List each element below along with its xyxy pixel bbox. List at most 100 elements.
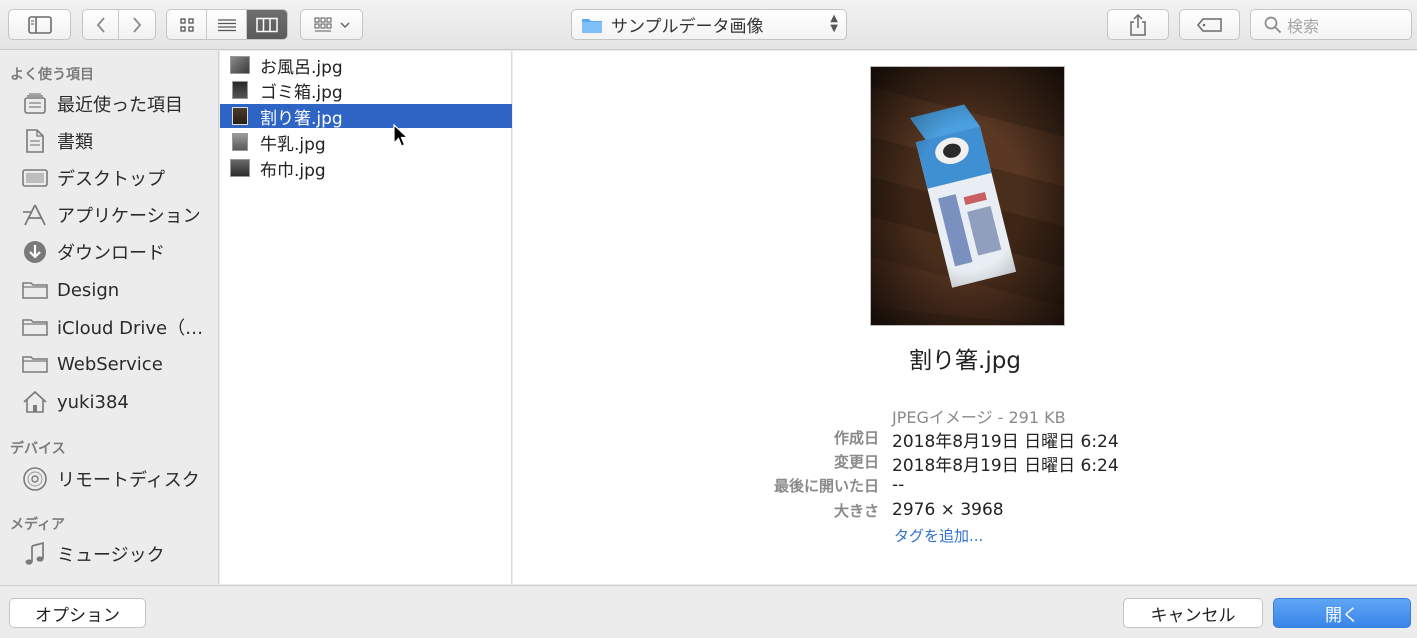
search-placeholder: 検索 xyxy=(1287,16,1320,36)
folder-icon xyxy=(22,278,48,302)
sidebar-item-label: yuki384 xyxy=(57,391,129,413)
file-row[interactable]: 布巾.jpg xyxy=(220,156,512,181)
image-thumbnail-icon xyxy=(230,159,250,177)
navigation-buttons xyxy=(82,9,156,40)
preview-image xyxy=(870,66,1065,326)
search-icon xyxy=(1264,16,1282,34)
cancel-button[interactable]: キャンセル xyxy=(1123,598,1263,628)
sidebar-item-label: ミュージック xyxy=(57,545,165,566)
home-icon xyxy=(22,390,48,414)
file-name: 割り箸.jpg xyxy=(260,108,343,129)
sidebar-item-label: Design xyxy=(57,279,120,301)
file-name: ゴミ箱.jpg xyxy=(260,82,343,103)
sidebar-icon xyxy=(27,15,52,34)
sidebar-item-label: iCloud Drive（… xyxy=(57,318,204,339)
documents-icon xyxy=(22,129,48,153)
share-button[interactable] xyxy=(1107,9,1169,40)
meta-key: 最後に開いた日 xyxy=(773,477,879,495)
file-name: 布巾.jpg xyxy=(260,160,326,181)
folder-icon xyxy=(582,18,602,33)
meta-row-dimensions: 大きさ 2976 × 3968 xyxy=(513,500,1417,524)
icon-view-button[interactable] xyxy=(167,10,207,39)
back-button[interactable] xyxy=(83,10,119,39)
music-icon xyxy=(22,542,48,566)
meta-row-modified: 変更日 2018年8月19日 日曜日 6:24 xyxy=(513,451,1417,476)
tag-button[interactable] xyxy=(1179,9,1240,40)
add-tag-link[interactable]: タグを追加... xyxy=(894,525,983,546)
column-view-button[interactable] xyxy=(247,10,287,39)
sidebar-item-remote-disc[interactable]: リモートディスク xyxy=(0,462,218,496)
list-view-button[interactable] xyxy=(207,10,247,39)
image-thumbnail-icon xyxy=(232,81,248,99)
applications-icon xyxy=(22,203,48,227)
sidebar-item-label: アプリケーション xyxy=(57,206,201,227)
sidebar-item-desktop[interactable]: デスクトップ xyxy=(0,161,218,195)
image-thumbnail-icon xyxy=(232,133,248,151)
toolbar: サンプルデータ画像 ▲ ▼ 検索 xyxy=(0,0,1417,50)
recents-icon xyxy=(22,92,48,116)
sidebar-heading-favorites: よく使う項目 xyxy=(10,67,94,83)
forward-button[interactable] xyxy=(119,10,155,39)
sidebar-item-webservice[interactable]: WebService xyxy=(0,347,218,381)
meta-row-created: 作成日 2018年8月19日 日曜日 6:24 xyxy=(513,427,1417,452)
desktop-icon xyxy=(22,166,48,190)
open-button[interactable]: 開く xyxy=(1273,598,1411,628)
chevron-right-icon xyxy=(133,16,142,33)
arrange-grid-icon xyxy=(313,16,332,32)
file-list-column: お風呂.jpg ゴミ箱.jpg 割り箸.jpg 牛乳.jpg 布巾.jpg xyxy=(220,51,512,584)
list-icon xyxy=(217,18,236,31)
meta-key: 大きさ xyxy=(833,502,879,520)
file-name: お風呂.jpg xyxy=(260,57,343,78)
sidebar-heading-devices: デバイス xyxy=(10,441,66,457)
image-thumbnail-icon xyxy=(232,107,248,125)
sidebar-toggle-button[interactable] xyxy=(8,9,71,40)
meta-key: 変更日 xyxy=(833,453,879,471)
folder-icon xyxy=(22,352,48,376)
sidebar-item-recents[interactable]: 最近使った項目 xyxy=(0,87,218,121)
columns-icon xyxy=(256,17,278,32)
sidebar-item-applications[interactable]: アプリケーション xyxy=(0,198,218,232)
meta-row-last-opened: 最後に開いた日 -- xyxy=(513,475,1417,499)
sidebar-item-design[interactable]: Design xyxy=(0,273,218,307)
sidebar-item-icloud-drive[interactable]: iCloud Drive（… xyxy=(0,310,218,344)
location-popup[interactable]: サンプルデータ画像 ▲ ▼ xyxy=(571,9,847,40)
share-icon xyxy=(1130,13,1146,36)
sidebar-item-label: リモートディスク xyxy=(57,470,200,491)
folder-icon xyxy=(22,315,48,339)
file-row[interactable]: ゴミ箱.jpg xyxy=(220,78,512,103)
grid-icon xyxy=(179,17,194,32)
sidebar-item-label: デスクトップ xyxy=(57,169,165,190)
file-row-selected[interactable]: 割り箸.jpg xyxy=(220,104,512,129)
sidebar-item-downloads[interactable]: ダウンロード xyxy=(0,235,218,269)
up-down-arrows-icon: ▲ ▼ xyxy=(830,13,838,34)
tag-icon xyxy=(1196,17,1222,32)
file-row[interactable]: 牛乳.jpg xyxy=(220,130,512,155)
meta-value: 2018年8月19日 日曜日 6:24 xyxy=(892,456,1119,476)
preview-file-kind: JPEGイメージ - 291 KB xyxy=(892,408,1066,427)
remote-disc-icon xyxy=(22,467,48,491)
meta-value: 2018年8月19日 日曜日 6:24 xyxy=(892,432,1119,452)
bottom-bar: オプション キャンセル 開く xyxy=(0,585,1417,638)
file-name: 牛乳.jpg xyxy=(260,134,326,155)
preview-file-name: 割り箸.jpg xyxy=(909,348,1021,374)
sidebar-item-label: ダウンロード xyxy=(57,243,165,264)
sidebar-item-home[interactable]: yuki384 xyxy=(0,385,218,419)
view-mode-buttons xyxy=(166,9,288,40)
options-button[interactable]: オプション xyxy=(9,598,146,628)
sidebar-item-documents[interactable]: 書類 xyxy=(0,124,218,158)
arrange-button[interactable] xyxy=(300,9,363,40)
sidebar-heading-media: メディア xyxy=(10,517,66,533)
meta-value: 2976 × 3968 xyxy=(892,500,1004,520)
location-label: サンプルデータ画像 xyxy=(611,17,764,37)
downloads-icon xyxy=(22,240,48,264)
sidebar-item-label: WebService xyxy=(57,353,163,375)
sidebar-item-label: 書類 xyxy=(57,132,93,153)
open-file-dialog: サンプルデータ画像 ▲ ▼ 検索 よく使う項目 最近使った項目 書類 デスクトッ… xyxy=(0,0,1417,638)
sidebar-item-music[interactable]: ミュージック xyxy=(0,537,218,571)
file-row[interactable]: お風呂.jpg xyxy=(220,53,512,78)
image-thumbnail-icon xyxy=(230,56,250,74)
chevron-left-icon xyxy=(96,16,105,33)
preview-pane: 割り箸.jpg JPEGイメージ - 291 KB 作成日 2018年8月19日… xyxy=(513,51,1417,584)
search-field[interactable]: 検索 xyxy=(1250,9,1412,40)
mouse-cursor-icon xyxy=(393,124,409,147)
